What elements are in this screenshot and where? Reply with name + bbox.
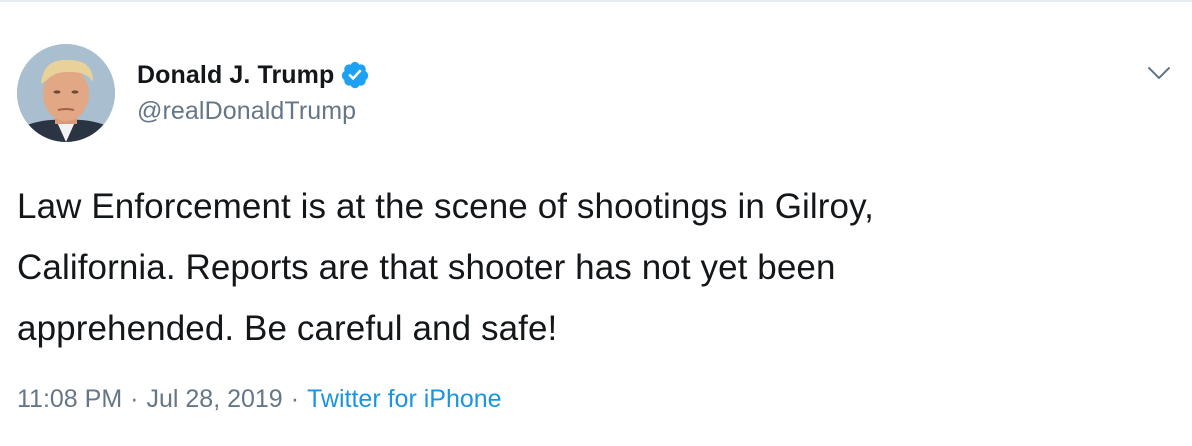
tweet-author[interactable]: Donald J. Trump @realDonaldTrump xyxy=(137,58,370,126)
author-display-name[interactable]: Donald J. Trump xyxy=(137,61,334,90)
author-name-row: Donald J. Trump xyxy=(137,58,370,92)
verified-badge-icon xyxy=(340,60,370,90)
tweet-metadata: 11:08 PM · Jul 28, 2019 · Twitter for iPhone xyxy=(17,385,502,414)
tweet-text-line: California. Reports are that shooter has… xyxy=(17,248,836,287)
tweet-time[interactable]: 11:08 PM xyxy=(17,385,122,413)
tweet-text-line: Law Enforcement is at the scene of shoot… xyxy=(17,187,874,226)
author-handle[interactable]: @realDonaldTrump xyxy=(137,97,370,126)
tweet-date[interactable]: Jul 28, 2019 xyxy=(146,385,282,413)
avatar[interactable] xyxy=(17,44,115,142)
metadata-separator: · xyxy=(290,385,300,413)
tweet-source-link[interactable]: Twitter for iPhone xyxy=(307,385,502,413)
tweet-text-line: apprehended. Be careful and safe! xyxy=(17,309,558,348)
avatar-image xyxy=(17,44,115,142)
chevron-down-icon[interactable] xyxy=(1146,60,1172,86)
tweet-card: Donald J. Trump @realDonaldTrump Law Enf… xyxy=(0,0,1192,446)
metadata-separator: · xyxy=(130,385,139,413)
tweet-text: Law Enforcement is at the scene of shoot… xyxy=(17,176,1177,359)
